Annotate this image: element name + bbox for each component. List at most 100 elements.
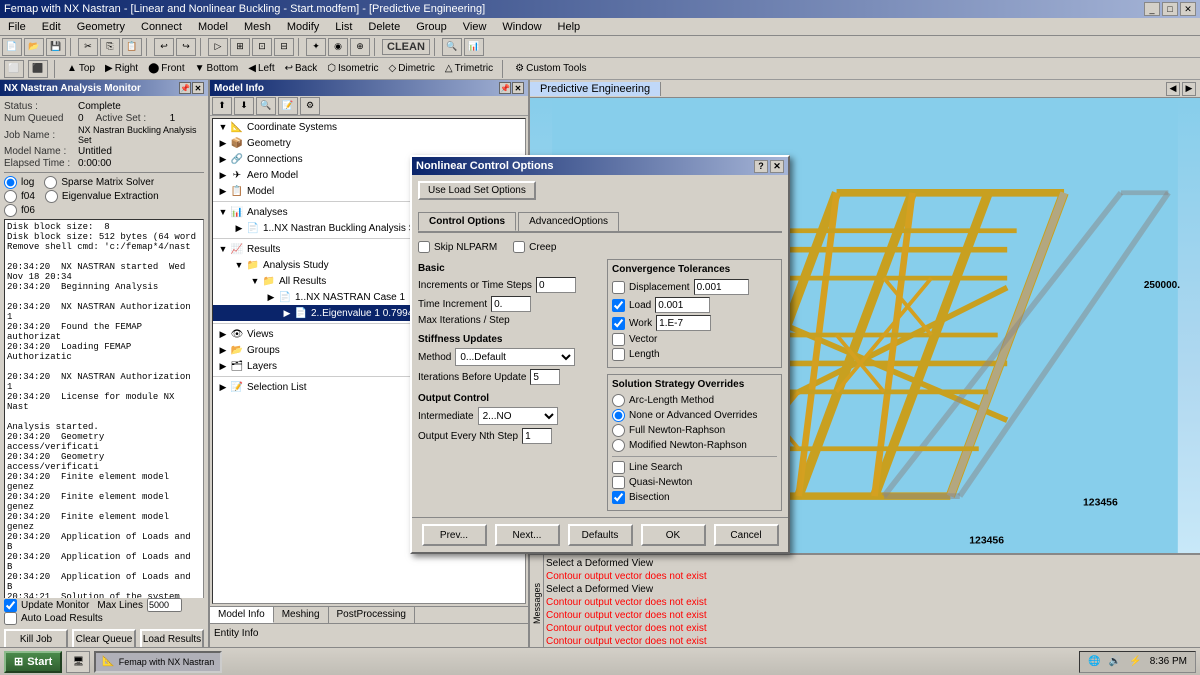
- view-iso-btn[interactable]: ⬡ Isometric: [324, 62, 381, 75]
- expand-coord-icon[interactable]: ▼: [217, 121, 229, 133]
- expand-sel-icon[interactable]: ▶: [217, 381, 229, 393]
- menu-group[interactable]: Group: [412, 20, 451, 34]
- close-btn[interactable]: ✕: [1180, 2, 1196, 16]
- view-left-btn[interactable]: ◀ Left: [245, 62, 277, 75]
- use-load-set-button[interactable]: Use Load Set Options: [418, 181, 536, 200]
- taskbar-tb-btn[interactable]: 🖥: [66, 651, 90, 673]
- f04-radio-row[interactable]: f04 Eigenvalue Extraction: [4, 190, 204, 203]
- skip-nlparm-field[interactable]: Skip NLPARM: [418, 241, 497, 253]
- view-top-btn[interactable]: ▲ Top: [64, 62, 98, 75]
- log-radio[interactable]: [4, 176, 17, 189]
- tb-paste[interactable]: 📋: [122, 38, 142, 56]
- clear-queue-button[interactable]: Clear Queue: [72, 629, 136, 649]
- dialog-close-btn[interactable]: ✕: [770, 160, 784, 173]
- tb-save[interactable]: 💾: [46, 38, 66, 56]
- expand-geo-icon[interactable]: ▶: [217, 137, 229, 149]
- clean-button[interactable]: CLEAN: [382, 39, 430, 55]
- iter-before-input[interactable]: [530, 369, 560, 385]
- expand-study-icon[interactable]: ▼: [233, 259, 245, 271]
- log-area[interactable]: Disk block size: 8 Disk block size: 512 …: [4, 219, 204, 598]
- tb-b3[interactable]: ⊡: [252, 38, 272, 56]
- menu-geometry[interactable]: Geometry: [73, 20, 129, 34]
- intermediate-select[interactable]: 2...NO: [478, 407, 558, 425]
- f06-radio-row[interactable]: f06: [4, 204, 204, 217]
- expand-nx-icon[interactable]: ▶: [233, 222, 245, 234]
- left-panel-controls[interactable]: 📌 ✕: [179, 82, 204, 94]
- title-controls[interactable]: _ □ ✕: [1144, 2, 1196, 16]
- output-every-input[interactable]: [522, 428, 552, 444]
- menu-window[interactable]: Window: [498, 20, 545, 34]
- tb-b4[interactable]: ⊟: [274, 38, 294, 56]
- tb-b6[interactable]: ◉: [328, 38, 348, 56]
- none-advanced-radio[interactable]: [612, 409, 625, 422]
- tb-b1[interactable]: ▷: [208, 38, 228, 56]
- tab-meshing[interactable]: Meshing: [274, 607, 329, 623]
- displacement-input[interactable]: [694, 279, 749, 295]
- next-button[interactable]: Next...: [495, 524, 560, 546]
- tb-cut[interactable]: ✂: [78, 38, 98, 56]
- start-button[interactable]: ⊞ Start: [4, 651, 62, 673]
- mi-btn2[interactable]: ⬇: [234, 97, 254, 115]
- tb-view2[interactable]: ⬛: [28, 60, 48, 78]
- taskbar-femap[interactable]: 📐 Femap with NX Nastran: [94, 651, 222, 673]
- tb-b5[interactable]: ✦: [306, 38, 326, 56]
- f04-radio[interactable]: [4, 190, 17, 203]
- dialog-title-controls[interactable]: ? ✕: [754, 160, 784, 173]
- model-info-pin[interactable]: 📌: [499, 82, 511, 94]
- menu-model[interactable]: Model: [194, 20, 232, 34]
- model-info-controls[interactable]: 📌 ✕: [499, 82, 524, 94]
- left-panel-close[interactable]: ✕: [192, 82, 204, 94]
- mi-btn1[interactable]: ⬆: [212, 97, 232, 115]
- menu-file[interactable]: File: [4, 20, 30, 34]
- tb-redo[interactable]: ↪: [176, 38, 196, 56]
- view-right-btn[interactable]: ▶ Right: [102, 62, 141, 75]
- tab-control-options[interactable]: Control Options: [418, 212, 516, 231]
- messages-content[interactable]: Select a Deformed View Contour output ve…: [544, 555, 1200, 653]
- line-search-check[interactable]: [612, 461, 625, 474]
- menu-view[interactable]: View: [459, 20, 491, 34]
- view-next-btn[interactable]: ▶: [1182, 82, 1196, 96]
- log-radio-row[interactable]: log Sparse Matrix Solver: [4, 176, 204, 189]
- model-info-close[interactable]: ✕: [512, 82, 524, 94]
- f06-radio[interactable]: [4, 204, 17, 217]
- menu-help[interactable]: Help: [554, 20, 585, 34]
- creep-field[interactable]: Creep: [513, 241, 556, 253]
- dialog-help-btn[interactable]: ?: [754, 160, 768, 173]
- time-increment-input[interactable]: [491, 296, 531, 312]
- kill-job-button[interactable]: Kill Job: [4, 629, 68, 649]
- modified-newton-radio[interactable]: [612, 439, 625, 452]
- view-trimetric-btn[interactable]: △ Trimetric: [442, 62, 496, 75]
- mi-btn3[interactable]: 🔍: [256, 97, 276, 115]
- tb-b2[interactable]: ⊞: [230, 38, 250, 56]
- expand-layers-icon[interactable]: ▶: [217, 360, 229, 372]
- tb-copy[interactable]: ⎘: [100, 38, 120, 56]
- mi-btn5[interactable]: ⚙: [300, 97, 320, 115]
- expand-model-icon[interactable]: ▶: [217, 185, 229, 197]
- tab-advanced-options[interactable]: AdvancedOptions: [518, 212, 619, 231]
- full-newton-radio[interactable]: [612, 424, 625, 437]
- quasi-newton-check[interactable]: [612, 476, 625, 489]
- tb-undo[interactable]: ↩: [154, 38, 174, 56]
- expand-views-icon[interactable]: ▶: [217, 328, 229, 340]
- tb-b7[interactable]: ⊕: [350, 38, 370, 56]
- mi-btn4[interactable]: 📝: [278, 97, 298, 115]
- view-prev-btn[interactable]: ◀: [1166, 82, 1180, 96]
- menu-delete[interactable]: Delete: [364, 20, 404, 34]
- view-front-btn[interactable]: ⬤ Front: [145, 62, 188, 75]
- auto-load-check[interactable]: [4, 612, 17, 625]
- menu-edit[interactable]: Edit: [38, 20, 65, 34]
- tab-model-info[interactable]: Model Info: [210, 607, 274, 623]
- menu-list[interactable]: List: [331, 20, 356, 34]
- tb-view1[interactable]: ⬜: [4, 60, 24, 78]
- bisection-check[interactable]: [612, 491, 625, 504]
- expand-all-icon[interactable]: ▼: [249, 275, 261, 287]
- minimize-btn[interactable]: _: [1144, 2, 1160, 16]
- update-monitor-check[interactable]: [4, 599, 17, 612]
- sparse-radio[interactable]: [44, 176, 57, 189]
- expand-results-icon[interactable]: ▼: [217, 243, 229, 255]
- expand-case1-icon[interactable]: ▶: [265, 291, 277, 303]
- maximize-btn[interactable]: □: [1162, 2, 1178, 16]
- skip-nlparm-check[interactable]: [418, 241, 430, 253]
- load-check[interactable]: [612, 299, 625, 312]
- tb-new[interactable]: 📄: [2, 38, 22, 56]
